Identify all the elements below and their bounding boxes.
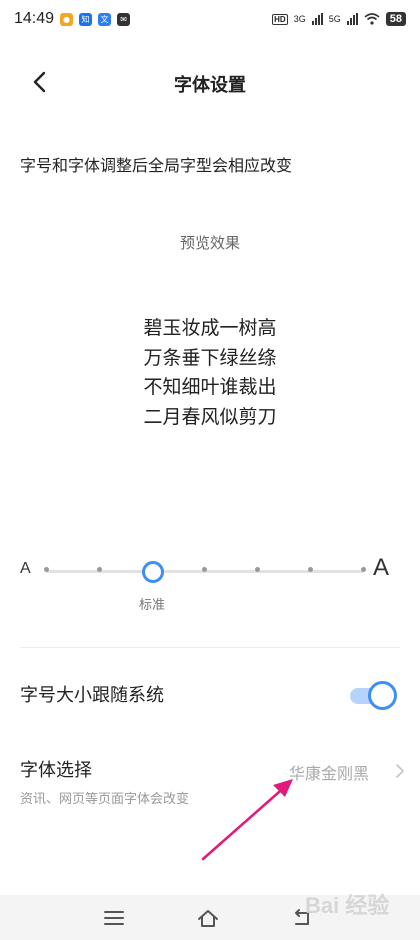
status-left: 14:49 ● 知 文 ✉ [14,10,131,28]
weibo-icon: ● [60,12,74,26]
poem-line: 二月春风似剪刀 [143,405,277,428]
description-text: 字号和字体调整后全局字型会相应改变 [20,156,293,175]
status-right: HD 3G 5G 58 [272,12,406,26]
follow-system-toggle[interactable] [350,681,397,710]
divider [20,647,400,648]
battery-indicator: 58 [385,12,406,26]
preview-label: 预览效果 [179,234,240,252]
poem-line: 不知细叶谁裁出 [143,376,277,398]
follow-system-row[interactable]: 字号大小跟随系统 [0,668,420,720]
status-bar: 14:49 ● 知 文 ✉ HD 3G 5G 58 [0,0,420,38]
slider-tick[interactable] [254,567,260,572]
font-select-description: 资讯、网页等页面字体会改变 [20,792,190,807]
follow-system-label: 字号大小跟随系统 [20,685,164,706]
signal-icon-2 [346,13,358,25]
poem-line: 万条垂下绿丝绦 [143,346,277,369]
hd-badge: HD [272,13,288,25]
toggle-knob [368,681,397,710]
status-time: 14:49 [14,10,55,27]
network-5g-label: 5G [328,14,341,24]
slider-tick[interactable] [96,567,102,572]
network-3g-label: 3G [293,14,306,24]
slider-tick[interactable] [360,567,366,572]
font-select-label: 字体选择 [20,760,92,781]
slider-tick[interactable] [201,567,207,572]
page-title: 字体设置 [174,75,246,96]
poem-line: 碧玉妆成一树高 [143,317,277,339]
message-icon: ✉ [117,12,131,26]
font-size-slider[interactable]: A A [0,552,420,592]
slider-tick[interactable] [307,567,313,572]
slider-tick[interactable] [43,567,49,572]
header: 字体设置 [0,60,420,104]
wifi-icon [364,13,380,25]
small-a-label: A [20,560,31,577]
large-a-label: A [373,554,390,581]
menu-icon[interactable] [102,907,126,929]
signal-icon [311,13,323,25]
zhihu-icon: 知 [79,12,93,26]
translate-icon: 文 [98,12,112,26]
chevron-right-icon [396,764,404,778]
slider-caption: 标准 [138,598,165,613]
slider-thumb[interactable] [142,561,164,583]
annotation-arrow-icon [201,779,293,861]
baidu-jingyan-watermark: Bai 经验 [305,893,390,918]
preview-poem: 碧玉妆成一树高 万条垂下绿丝绦 不知细叶谁裁出 二月春风似剪刀 [0,314,420,432]
home-icon[interactable] [196,907,220,929]
